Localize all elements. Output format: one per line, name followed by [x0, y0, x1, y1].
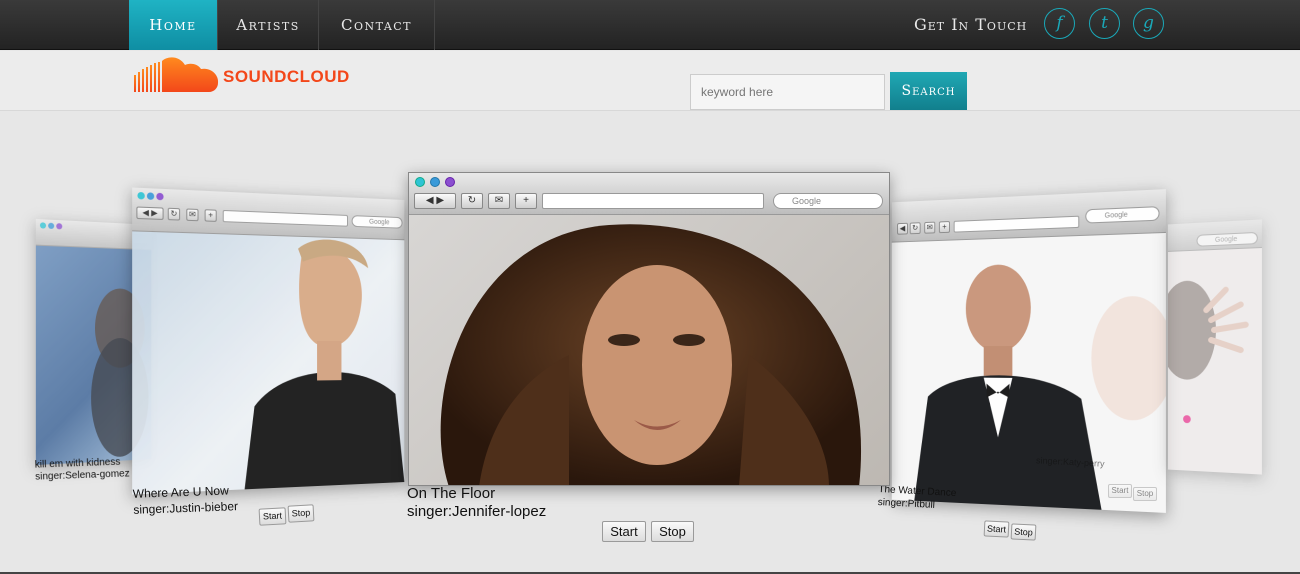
browser-search-field[interactable]: Google [773, 193, 883, 209]
soundcloud-logo[interactable] [133, 55, 221, 95]
slide-3-start-button[interactable]: Start [602, 521, 646, 542]
nav-contact[interactable]: Contact [319, 0, 435, 50]
slide-2-start-button[interactable]: Start [258, 507, 287, 526]
singer-name: singer:Jennifer-lopez [407, 503, 547, 520]
browser-search-field: Google [1085, 206, 1160, 224]
google-icon[interactable]: g [1133, 8, 1164, 39]
nav-artists[interactable]: Artists [218, 0, 319, 50]
slide-3-caption: On The Floor singer:Jennifer-lopez [407, 485, 546, 521]
artist-photo [132, 231, 405, 495]
get-in-touch-label: Get In Touch [914, 15, 1028, 34]
top-navigation: Home Artists Contact Get In Touch f t g [0, 0, 1300, 50]
search-button[interactable]: Search [890, 72, 967, 110]
singer-name: singer:Selena-gomez [35, 468, 130, 483]
slide-far-right[interactable]: Google [1167, 219, 1262, 475]
slide-4-caption: The Water Dance singer:Pitbull [877, 483, 956, 513]
slide-3-stop-button[interactable]: Stop [651, 521, 694, 542]
slide-center[interactable]: ◀ ▶ ↻ ✉ + Google [408, 172, 890, 486]
slide-4-stop-button[interactable]: Stop [1010, 523, 1037, 541]
singer-name: singer:Justin-bieber [133, 499, 239, 517]
slide-2-caption: Where Are U Now singer:Justin-bieber [132, 482, 239, 518]
twitter-icon[interactable]: t [1089, 8, 1120, 39]
nav-home[interactable]: Home [129, 0, 218, 50]
slide-right[interactable]: ◀ ↻ ✉ + Google [891, 189, 1166, 513]
slide-5-start-button[interactable]: Start [1108, 484, 1132, 498]
artist-photo [409, 215, 889, 485]
slide-left[interactable]: ◀ ▶ ↻ ✉ + Google [132, 187, 405, 495]
slide-4-start-button[interactable]: Start [983, 520, 1010, 538]
search-input[interactable] [690, 74, 885, 110]
browser-search-field: Google [351, 215, 403, 229]
slide-1-caption: kill em with kidness singer:Selena-gomez [35, 456, 130, 483]
browser-toolbar: Google [1167, 219, 1262, 252]
back-forward-icon[interactable]: ◀ ▶ [414, 193, 456, 209]
artist-photo [891, 232, 1166, 513]
new-tab-icon[interactable]: + [515, 193, 537, 209]
address-bar[interactable] [542, 193, 764, 209]
facebook-icon[interactable]: f [1044, 8, 1075, 39]
browser-search-field: Google [1196, 231, 1258, 247]
browser-toolbar: ◀ ▶ ↻ ✉ + Google [409, 173, 889, 215]
slide-2-stop-button[interactable]: Stop [287, 504, 315, 523]
reload-icon[interactable]: ↻ [461, 193, 483, 209]
brand-name: SOUNDCLOUD [223, 67, 350, 86]
share-icon[interactable]: ✉ [488, 193, 510, 209]
song-title: On The Floor [407, 485, 496, 502]
slide-5-stop-button[interactable]: Stop [1133, 487, 1157, 501]
artist-photo [1167, 248, 1262, 475]
